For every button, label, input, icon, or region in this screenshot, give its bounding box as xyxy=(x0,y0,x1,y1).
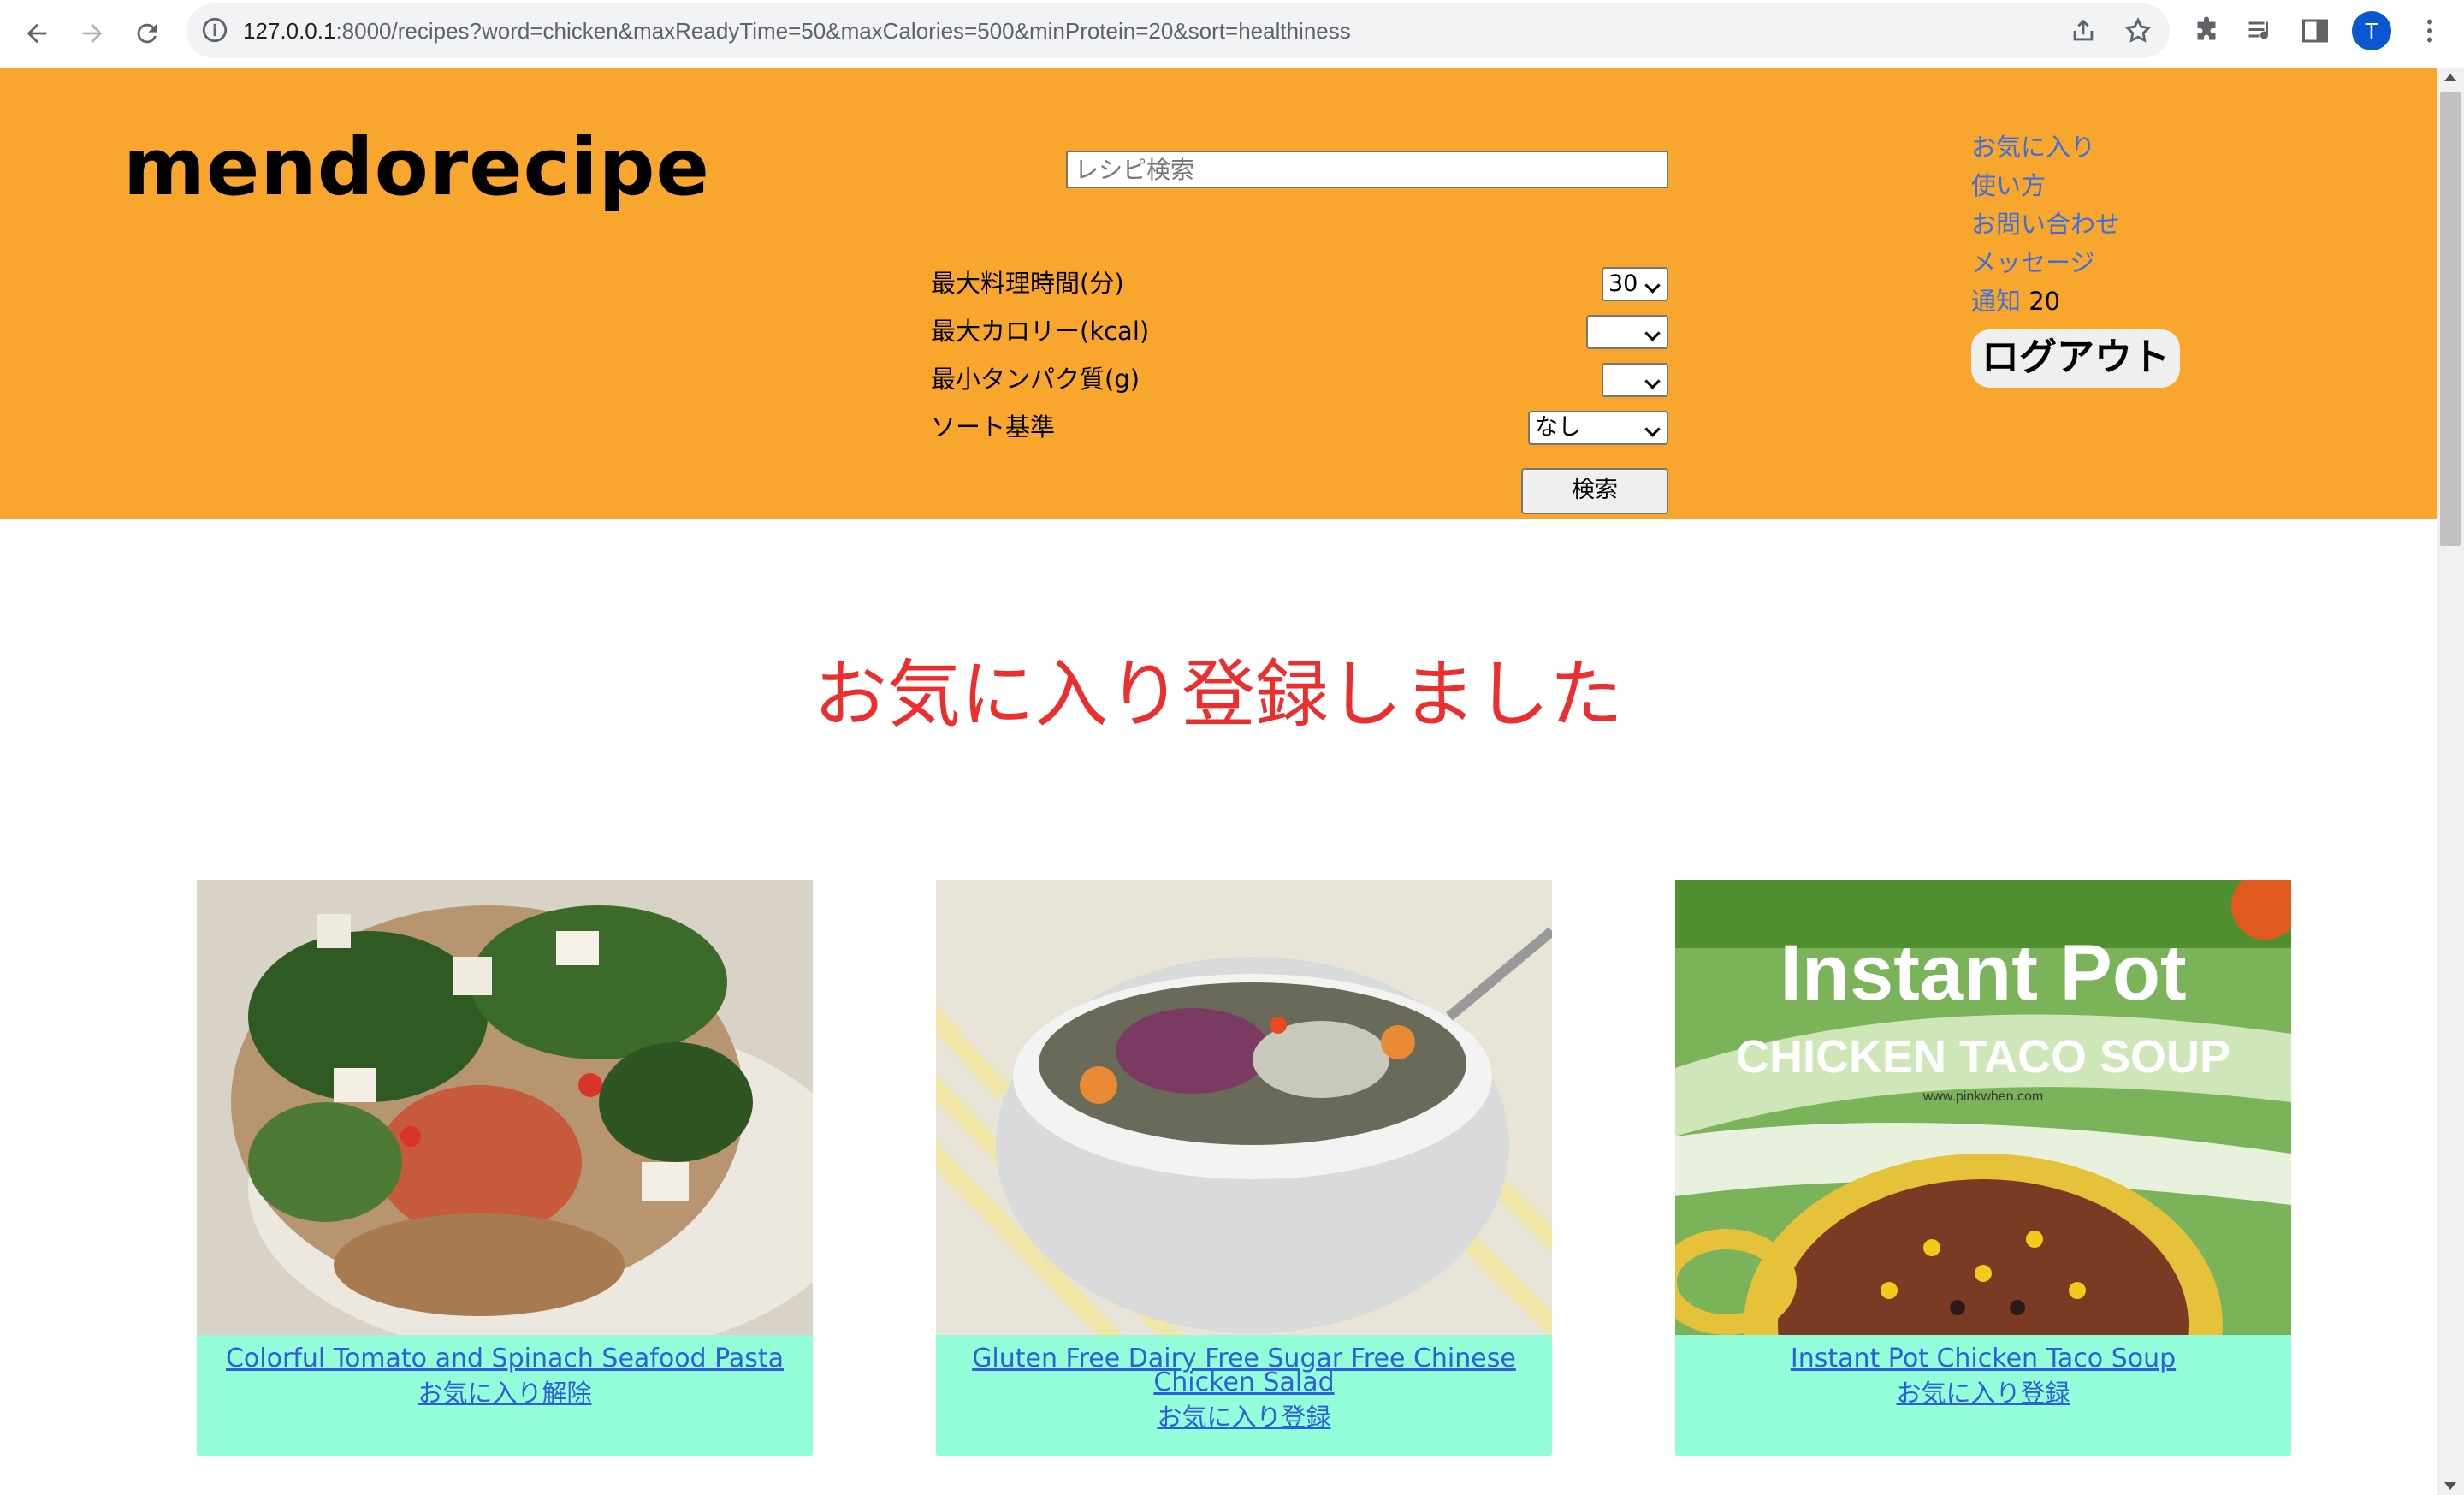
recipe-card: Colorful Tomato and Spinach Seafood Past… xyxy=(197,880,813,1456)
recipe-search-input[interactable] xyxy=(1066,151,1668,188)
scroll-down-arrow-icon[interactable] xyxy=(2444,1482,2456,1490)
reload-icon xyxy=(137,23,157,44)
recipe-search-form: 最大料理時間(分) 30 最大カロリー(kcal) 最小タンパク質(g) xyxy=(931,151,1670,514)
image-watermark-text: www.pinkwhen.com xyxy=(1922,1089,2044,1104)
forward-button[interactable] xyxy=(71,12,114,55)
forward-arrow-icon xyxy=(82,23,103,44)
side-panel-icon[interactable] xyxy=(2300,15,2331,46)
recipe-title-link[interactable]: Gluten Free Dairy Free Sugar Free Chines… xyxy=(936,1335,1552,1396)
logout-button[interactable]: ログアウト xyxy=(1971,329,2180,388)
max-ready-time-row: 最大料理時間(分) 30 xyxy=(931,264,1670,306)
more-menu-icon[interactable] xyxy=(2414,15,2445,46)
recipe-card: Gluten Free Dairy Free Sugar Free Chines… xyxy=(936,880,1552,1456)
image-title-text: Instant Pot xyxy=(1780,929,2186,1017)
min-protein-row: 最小タンパク質(g) xyxy=(931,359,1670,402)
url-path: :8000/recipes?word=chicken&maxReadyTime=… xyxy=(335,18,1351,44)
media-control-icon[interactable] xyxy=(2245,15,2276,46)
url-host: 127.0.0.1 xyxy=(243,18,336,44)
max-calories-row: 最大カロリー(kcal) xyxy=(931,311,1670,354)
max-calories-select[interactable] xyxy=(1586,315,1668,349)
max-ready-time-value: 30 xyxy=(1608,270,1638,297)
image-subtitle-text: CHICKEN TACO SOUP xyxy=(1736,1031,2230,1083)
unfavorite-link[interactable]: お気に入り解除 xyxy=(197,1374,813,1412)
favorite-link[interactable]: お気に入り登録 xyxy=(1675,1374,2291,1412)
page-viewport: mendorecipe 最大料理時間(分) 30 最大カロリー(kcal) 最小… xyxy=(0,68,2437,1495)
site-logo[interactable]: mendorecipe xyxy=(123,122,710,213)
page-scrollbar[interactable] xyxy=(2437,68,2464,1495)
min-protein-label: 最小タンパク質(g) xyxy=(931,365,1140,394)
scrollbar-thumb[interactable] xyxy=(2440,92,2461,546)
share-icon[interactable] xyxy=(2069,16,2098,45)
url-text[interactable]: 127.0.0.1:8000/recipes?word=chicken&maxR… xyxy=(243,3,1351,58)
recipe-image[interactable]: Instant Pot CHICKEN TACO SOUP www.pinkwh… xyxy=(1675,880,2291,1335)
back-arrow-icon xyxy=(27,23,47,44)
chicken-salad-photo xyxy=(936,880,1552,1335)
taco-soup-photo: Instant Pot CHICKEN TACO SOUP www.pinkwh… xyxy=(1675,880,2291,1335)
site-info-icon[interactable] xyxy=(200,15,229,44)
sort-label: ソート基準 xyxy=(931,412,1056,442)
recipe-info: Instant Pot Chicken Taco Soup お気に入り登録 xyxy=(1675,1335,2291,1456)
seafood-pasta-photo xyxy=(197,880,813,1335)
sort-select[interactable]: なし xyxy=(1528,411,1668,445)
scroll-up-arrow-icon[interactable] xyxy=(2444,74,2456,81)
recipe-info: Colorful Tomato and Spinach Seafood Past… xyxy=(197,1335,813,1456)
how-to-use-link[interactable]: 使い方 xyxy=(1971,167,2228,205)
notifications-count: 20 xyxy=(2029,287,2061,316)
max-ready-time-select[interactable]: 30 xyxy=(1602,267,1668,301)
chevron-down-icon xyxy=(1644,277,1661,294)
recipe-card: Instant Pot CHICKEN TACO SOUP www.pinkwh… xyxy=(1675,880,2291,1456)
chevron-down-icon xyxy=(1644,325,1661,341)
address-bar[interactable]: 127.0.0.1:8000/recipes?word=chicken&maxR… xyxy=(187,3,2170,58)
back-button[interactable] xyxy=(15,12,58,55)
recipe-image[interactable] xyxy=(197,880,813,1335)
site-header: mendorecipe 最大料理時間(分) 30 最大カロリー(kcal) 最小… xyxy=(0,68,2437,519)
recipe-title-link[interactable]: Colorful Tomato and Spinach Seafood Past… xyxy=(197,1335,813,1372)
favorite-link[interactable]: お気に入り登録 xyxy=(936,1398,1552,1436)
recipe-title-link[interactable]: Instant Pot Chicken Taco Soup xyxy=(1675,1335,2291,1372)
sort-value: なし xyxy=(1535,414,1581,441)
reload-button[interactable] xyxy=(126,12,169,55)
search-submit-button[interactable]: 検索 xyxy=(1521,468,1668,514)
bookmark-star-icon[interactable] xyxy=(2123,16,2153,45)
notifications-item: 通知 20 xyxy=(1971,282,2228,321)
recipe-image[interactable] xyxy=(936,880,1552,1335)
flash-message: お気に入り登録しました xyxy=(814,652,1623,738)
chevron-down-icon xyxy=(1644,421,1661,437)
sort-row: ソート基準 なし xyxy=(931,407,1670,450)
contact-link[interactable]: お問い合わせ xyxy=(1971,205,2228,244)
max-ready-time-label: 最大料理時間(分) xyxy=(931,269,1124,298)
recipe-info: Gluten Free Dairy Free Sugar Free Chines… xyxy=(936,1335,1552,1456)
messages-link[interactable]: メッセージ xyxy=(1971,244,2228,282)
profile-avatar[interactable]: T xyxy=(2352,11,2391,50)
user-menu: お気に入り 使い方 お問い合わせ メッセージ 通知 20 ログアウト xyxy=(1971,128,2228,388)
max-calories-label: 最大カロリー(kcal) xyxy=(931,317,1150,346)
browser-toolbar: 127.0.0.1:8000/recipes?word=chicken&maxR… xyxy=(0,0,2464,68)
favorites-link[interactable]: お気に入り xyxy=(1971,128,2228,167)
chevron-down-icon xyxy=(1644,373,1661,389)
notifications-link[interactable]: 通知 xyxy=(1971,287,2021,316)
extensions-puzzle-icon[interactable] xyxy=(2191,15,2222,46)
min-protein-select[interactable] xyxy=(1602,363,1668,397)
